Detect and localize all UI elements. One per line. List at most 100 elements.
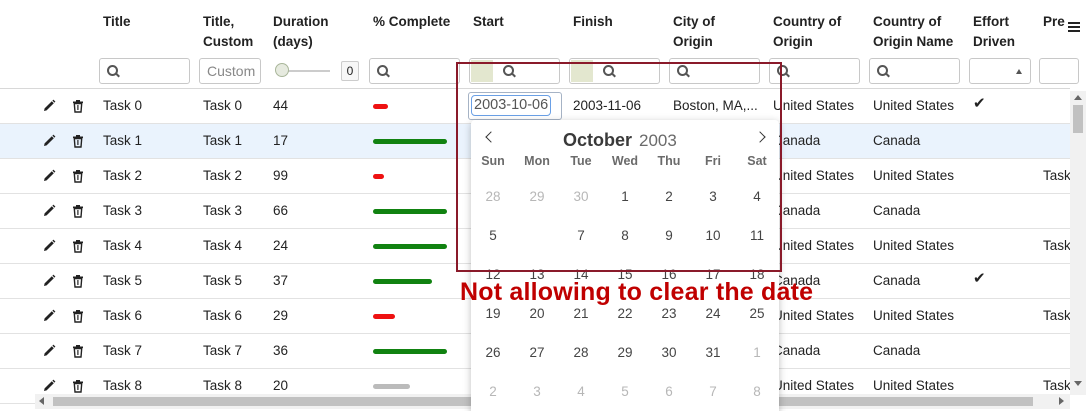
calendar-day[interactable]: 8	[735, 374, 779, 410]
column-header[interactable]: Pre	[1043, 12, 1065, 32]
pre-filter-input[interactable]	[1039, 58, 1079, 84]
calendar-year[interactable]: 2003	[639, 131, 677, 151]
percent-complete-bar	[373, 314, 395, 319]
calendar-day[interactable]: 29	[603, 335, 647, 371]
calendar-day[interactable]: 30	[559, 179, 603, 215]
title-filter-input[interactable]	[99, 58, 190, 84]
column-header[interactable]: Effort Driven	[973, 12, 1015, 52]
calendar-day-selected[interactable]: 6	[515, 216, 559, 256]
calendar-day[interactable]: 5	[471, 218, 515, 254]
edit-icon[interactable]	[42, 344, 56, 358]
calendar-day[interactable]: 6	[647, 374, 691, 410]
column-header[interactable]: % Complete	[373, 12, 450, 32]
calendar-day[interactable]: 26	[471, 335, 515, 371]
country-name-filter-input[interactable]	[869, 58, 960, 84]
column-header[interactable]: Country of Origin Name	[873, 12, 953, 52]
finish-filter-input[interactable]	[569, 58, 660, 84]
calendar-day[interactable]: 1	[735, 335, 779, 371]
calendar-day-number: 2	[489, 384, 497, 399]
calendar-day[interactable]: 4	[735, 179, 779, 215]
calendar-day[interactable]: 1	[603, 179, 647, 215]
cell-duration: 17	[273, 133, 289, 148]
vertical-scrollbar[interactable]	[1070, 91, 1086, 395]
column-header[interactable]: Finish	[573, 12, 613, 32]
calendar-day[interactable]: 9	[647, 218, 691, 254]
prev-month-icon[interactable]	[481, 130, 497, 146]
column-header[interactable]: Duration (days)	[273, 12, 329, 52]
calendar-day[interactable]: 5	[603, 374, 647, 410]
calendar-day[interactable]: 30	[647, 335, 691, 371]
calendar-day[interactable]: 27	[515, 335, 559, 371]
calendar-day-number: 4	[577, 384, 585, 399]
calendar-day[interactable]: 10	[691, 218, 735, 254]
edit-icon[interactable]	[42, 169, 56, 183]
calendar-day[interactable]: 29	[515, 179, 559, 215]
calendar-day-number: 26	[485, 345, 501, 360]
edit-icon[interactable]	[42, 309, 56, 323]
edit-icon[interactable]	[42, 379, 56, 393]
calendar-day[interactable]: 11	[735, 218, 779, 254]
calendar-day[interactable]: 7	[559, 218, 603, 254]
column-header[interactable]: Start	[473, 12, 504, 32]
calendar-day-number: 5	[621, 384, 629, 399]
column-header[interactable]: Country of Origin	[773, 12, 841, 52]
edit-icon[interactable]	[42, 239, 56, 253]
calendar-month[interactable]: October	[563, 130, 632, 151]
cell-duration: 99	[273, 168, 289, 183]
delete-icon[interactable]	[71, 134, 85, 148]
column-header[interactable]: City of Origin	[673, 12, 715, 52]
complete-filter-input[interactable]	[369, 58, 460, 84]
cell-country: Canada	[773, 343, 821, 358]
delete-icon[interactable]	[71, 309, 85, 323]
weekday-label: Tue	[570, 154, 592, 168]
scroll-down-arrow-icon[interactable]	[1074, 381, 1082, 386]
cell-country-name: United States	[873, 168, 955, 183]
calendar-day-number: 1	[753, 345, 761, 360]
start-filter-input[interactable]	[469, 58, 560, 84]
percent-complete-bar	[373, 209, 447, 214]
city-filter-input[interactable]	[669, 58, 760, 84]
range-slider-thumb[interactable]	[275, 63, 289, 77]
effort-filter-select[interactable]	[969, 58, 1031, 84]
start-date-editor-value[interactable]: 2003-10-06	[470, 95, 552, 116]
calendar-day[interactable]: 2	[471, 374, 515, 410]
scroll-right-arrow-icon[interactable]	[1059, 397, 1064, 405]
delete-icon[interactable]	[71, 99, 85, 113]
calendar-day[interactable]: 2	[647, 179, 691, 215]
edit-icon[interactable]	[42, 274, 56, 288]
column-menu-icon[interactable]	[1068, 22, 1080, 32]
scroll-left-arrow-icon[interactable]	[39, 397, 44, 405]
calendar-day[interactable]: 31	[691, 335, 735, 371]
calendar-day[interactable]: 4	[559, 374, 603, 410]
finish-filter-operator[interactable]	[571, 60, 593, 82]
calendar-day[interactable]: 28	[559, 335, 603, 371]
delete-icon[interactable]	[71, 274, 85, 288]
calendar-day[interactable]: 3	[515, 374, 559, 410]
calendar-day[interactable]: 8	[603, 218, 647, 254]
column-header[interactable]: Title, Custom	[203, 12, 253, 52]
custom-filter-input[interactable]: Custom	[199, 58, 261, 84]
cell-duration: 29	[273, 308, 289, 323]
calendar-day-number: 27	[529, 345, 545, 360]
column-header[interactable]: Title	[103, 12, 131, 32]
scroll-up-arrow-icon[interactable]	[1074, 95, 1082, 100]
duration-range-filter[interactable]: 0	[270, 58, 361, 84]
edit-icon[interactable]	[42, 134, 56, 148]
start-filter-operator[interactable]	[471, 60, 493, 82]
vertical-scroll-thumb[interactable]	[1073, 105, 1083, 133]
calendar-day-number: 21	[573, 306, 589, 321]
calendar-day[interactable]: 3	[691, 179, 735, 215]
delete-icon[interactable]	[71, 204, 85, 218]
next-month-icon[interactable]	[755, 130, 771, 146]
country-filter-input[interactable]	[769, 58, 860, 84]
delete-icon[interactable]	[71, 379, 85, 393]
start-date-editor[interactable]: 2003-10-06	[468, 92, 562, 120]
delete-icon[interactable]	[71, 344, 85, 358]
edit-icon[interactable]	[42, 99, 56, 113]
calendar-day[interactable]: 7	[691, 374, 735, 410]
delete-icon[interactable]	[71, 239, 85, 253]
delete-icon[interactable]	[71, 169, 85, 183]
edit-icon[interactable]	[42, 204, 56, 218]
cell-country-name: Canada	[873, 343, 921, 358]
calendar-day[interactable]: 28	[471, 179, 515, 215]
